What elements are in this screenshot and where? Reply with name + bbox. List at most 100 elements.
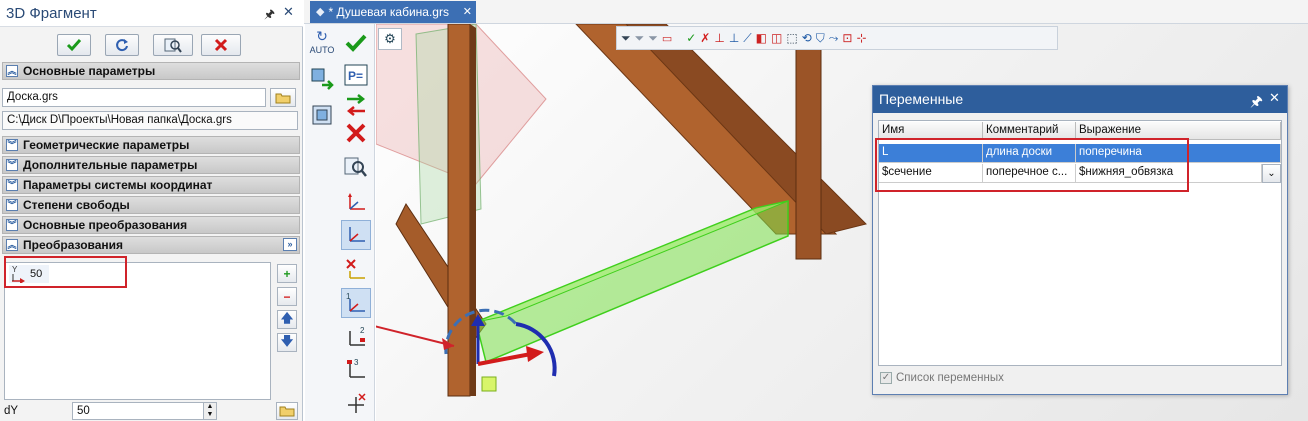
fragment-filter-icon[interactable]: ⊡	[842, 31, 852, 45]
zoom-preview-tool[interactable]	[341, 152, 371, 182]
variables-title: Переменные	[879, 91, 964, 107]
file-path-field[interactable]: C:\Диск D\Проекты\Новая папка\Доска.grs	[2, 111, 298, 130]
expand-icon: ︾	[6, 179, 18, 191]
fragment-insert-icon	[311, 68, 334, 90]
body-filter-icon[interactable]: ◫	[771, 31, 782, 45]
auto-rotate-button[interactable]: ↻ AUTO	[307, 28, 337, 55]
parameters-icon: P=	[344, 64, 368, 86]
close-icon[interactable]: ✕	[1269, 90, 1280, 106]
preview-icon	[164, 38, 182, 53]
section-label: Дополнительные параметры	[23, 158, 198, 172]
cancel-icon	[214, 38, 228, 52]
arrow-up-icon: 🡅	[280, 311, 294, 325]
remove-transform-button[interactable]: −	[277, 287, 297, 306]
rotate-tool[interactable]	[341, 388, 371, 418]
transform-2-tool[interactable]: 2	[341, 322, 371, 352]
replace-arrows-icon	[346, 94, 366, 116]
plus-icon: +	[283, 266, 291, 281]
expression-dropdown-button[interactable]: ⌄	[1262, 164, 1281, 183]
auto-label: AUTO	[309, 45, 335, 55]
refresh-button[interactable]	[105, 34, 139, 56]
apply-button[interactable]	[341, 28, 371, 58]
annotation-box	[4, 256, 127, 288]
coordinate-system-tool[interactable]	[341, 188, 371, 218]
coordinate-system-tool-2[interactable]	[341, 220, 371, 250]
solid-filter-icon[interactable]: ⬚	[786, 31, 797, 45]
selected-board	[475, 200, 789, 364]
axes-delete-icon	[346, 259, 365, 279]
axes-numbered-icon: 2	[349, 326, 365, 346]
dy-input[interactable]: 50	[72, 402, 204, 420]
section-degrees-of-freedom[interactable]: ︾ Степени свободы	[2, 196, 300, 214]
add-transform-button[interactable]: +	[277, 264, 297, 283]
expand-icon: ︾	[6, 219, 18, 231]
filter-clear-icon[interactable]: ✗	[700, 31, 710, 45]
view-icon	[312, 105, 332, 125]
transform-1-tool[interactable]: 1	[341, 288, 371, 318]
dy-spinner[interactable]: ▲ ▼	[203, 402, 217, 420]
move-down-button[interactable]: 🡇	[277, 333, 297, 352]
section-transforms[interactable]: ︽ Преобразования »	[2, 236, 300, 254]
file-field[interactable]: Доска.grs	[2, 88, 266, 107]
expand-icon: ︾	[6, 139, 18, 151]
post-left	[447, 24, 471, 397]
tab-close-icon[interactable]: ✕	[463, 5, 472, 23]
parameters-tool[interactable]: P=	[341, 60, 371, 90]
loop-filter-icon[interactable]: ⟲	[802, 31, 812, 45]
ok-icon	[66, 39, 82, 52]
gizmo-x-arrow	[526, 346, 544, 362]
cancel-button[interactable]	[201, 34, 241, 56]
expand-icon: ︾	[6, 159, 18, 171]
axis-filter-icon[interactable]: ⊥	[729, 31, 739, 45]
section-main-params[interactable]: ︽ Основные параметры	[2, 62, 300, 80]
tab-document[interactable]: ◆ * Душевая кабина.grs ✕	[310, 1, 476, 23]
svg-text:3: 3	[354, 358, 359, 367]
delete-tool[interactable]	[341, 118, 371, 148]
view-tool[interactable]	[307, 100, 337, 130]
close-icon[interactable]: ✕	[283, 4, 294, 20]
face-filter-icon[interactable]: ◧	[756, 31, 767, 45]
section-main-transforms[interactable]: ︾ Основные преобразования	[2, 216, 300, 234]
annotation-box	[875, 138, 1189, 192]
transform-3-tool[interactable]: 3	[341, 354, 371, 384]
shell-filter-icon[interactable]: ⛉	[816, 31, 825, 46]
pin-icon[interactable]: 🖈	[264, 5, 275, 26]
preview-button[interactable]	[153, 34, 193, 56]
variables-list-checkbox[interactable]: ✓ Список переменных	[880, 372, 1004, 384]
selected-board-top	[475, 200, 789, 323]
section-label: Геометрические параметры	[23, 138, 190, 152]
section-extra-params[interactable]: ︾ Дополнительные параметры	[2, 156, 300, 174]
pin-icon[interactable]: 🖈	[1250, 91, 1263, 115]
parameters-panel: 3D Фрагмент 🖈 ✕ ︽ Основные параметры Дос…	[0, 0, 303, 421]
scene-tree-icon[interactable]: ⚙	[378, 28, 402, 50]
section-label: Основные преобразования	[23, 218, 188, 232]
edge-filter-icon[interactable]: ⟋	[743, 31, 751, 46]
replace-tool[interactable]	[341, 90, 371, 120]
path-filter-icon[interactable]: ⤳	[829, 31, 839, 46]
checkbox-icon[interactable]: ✓	[880, 372, 892, 384]
insert-fragment-tool[interactable]	[307, 64, 337, 94]
dy-label: dY	[4, 405, 19, 417]
folder-icon	[279, 406, 295, 417]
filter-icon[interactable]: ⏷	[621, 31, 631, 46]
section-coordinate-system[interactable]: ︾ Параметры системы координат	[2, 176, 300, 194]
filter-check-icon[interactable]: ✓	[686, 31, 696, 45]
selection-rect-icon[interactable]: ▭	[662, 32, 672, 45]
expand-more-icon[interactable]: »	[283, 238, 297, 251]
section-geometric-params[interactable]: ︾ Геометрические параметры	[2, 136, 300, 154]
dy-browse-button[interactable]	[276, 402, 298, 420]
dy-value: 50	[77, 405, 90, 417]
axes-selected-icon	[349, 227, 365, 242]
cs-filter-icon[interactable]: ⊥	[714, 31, 724, 45]
point-filter-icon[interactable]: ⊹	[856, 31, 866, 45]
remove-cs-tool[interactable]	[341, 254, 371, 284]
folder-icon	[275, 93, 291, 103]
move-up-button[interactable]: 🡅	[277, 310, 297, 329]
post-right	[795, 43, 822, 260]
tool-column: ↻ AUTO P= 1 2 3	[305, 24, 375, 421]
filter-all-icon[interactable]: ⏷	[635, 31, 645, 46]
ok-button[interactable]	[57, 34, 91, 56]
browse-file-button[interactable]	[270, 88, 296, 107]
filter-list-icon[interactable]: ⏷	[648, 31, 658, 46]
collapse-icon: ︽	[6, 239, 18, 251]
